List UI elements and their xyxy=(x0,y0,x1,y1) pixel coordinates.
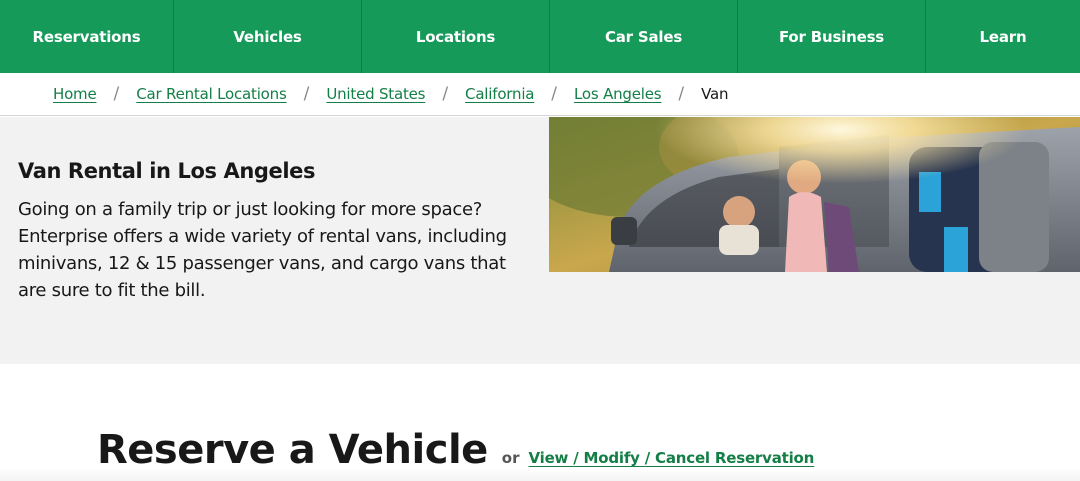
nav-reservations[interactable]: Reservations xyxy=(0,0,174,73)
hero-description: Going on a family trip or just looking f… xyxy=(18,199,507,301)
breadcrumb-united-states[interactable]: United States xyxy=(326,85,425,103)
nav-vehicles[interactable]: Vehicles xyxy=(174,0,362,73)
main-navigation: Reservations Vehicles Locations Car Sale… xyxy=(0,0,1080,73)
breadcrumb-separator: / xyxy=(442,84,449,104)
hero-family-van-photo xyxy=(549,117,1080,272)
breadcrumb-separator: / xyxy=(551,84,558,104)
hero-title: Van Rental in Los Angeles xyxy=(18,159,316,183)
nav-locations[interactable]: Locations xyxy=(362,0,550,73)
breadcrumb-current: Van xyxy=(701,85,729,103)
nav-learn[interactable]: Learn xyxy=(926,0,1080,73)
reserve-vehicle-heading: Reserve a Vehicle or View / Modify / Can… xyxy=(97,427,814,473)
reserve-title: Reserve a Vehicle xyxy=(97,427,488,473)
breadcrumb: Home / Car Rental Locations / United Sta… xyxy=(0,73,1080,116)
family-van-illustration xyxy=(549,117,1080,272)
breadcrumb-separator: / xyxy=(113,84,120,104)
breadcrumb-california[interactable]: California xyxy=(465,85,534,103)
breadcrumb-home[interactable]: Home xyxy=(53,85,97,103)
hero-section: Van Rental in Los Angeles Going on a fam… xyxy=(0,117,1080,364)
view-modify-cancel-reservation-link[interactable]: View / Modify / Cancel Reservation xyxy=(528,449,814,467)
breadcrumb-los-angeles[interactable]: Los Angeles xyxy=(574,85,662,103)
breadcrumb-separator: / xyxy=(678,84,685,104)
reserve-or-label: or xyxy=(501,449,520,467)
breadcrumb-car-rental-locations[interactable]: Car Rental Locations xyxy=(136,85,287,103)
bottom-divider xyxy=(0,468,1080,481)
breadcrumb-separator: / xyxy=(303,84,310,104)
nav-car-sales[interactable]: Car Sales xyxy=(550,0,738,73)
nav-for-business[interactable]: For Business xyxy=(738,0,926,73)
hero-text: Van Rental in Los Angeles Going on a fam… xyxy=(18,159,518,304)
